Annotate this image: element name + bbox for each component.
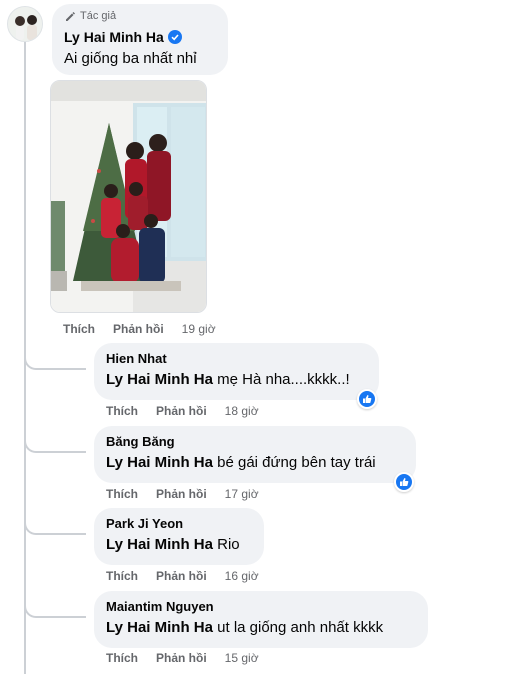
reply-text-content: Rio <box>217 536 240 553</box>
comment-timestamp[interactable]: 19 giờ <box>182 322 216 336</box>
reply-text: Ly Hai Minh Ha bé gái đứng bên tay trái <box>106 454 376 471</box>
like-icon[interactable] <box>357 389 377 409</box>
author-badge-label: Tác giả <box>80 10 117 22</box>
reply-button[interactable]: Phản hồi <box>156 651 207 665</box>
like-icon[interactable] <box>394 472 414 492</box>
mention-link[interactable]: Ly Hai Minh Ha <box>106 619 213 636</box>
verified-check-icon <box>167 30 182 44</box>
pencil-icon <box>66 12 75 21</box>
like-button[interactable]: Thích <box>106 569 138 583</box>
like-button[interactable]: Thích <box>63 322 95 336</box>
thread-branch <box>24 515 86 535</box>
reply-actions: Thích Phản hồi 16 giờ <box>106 569 259 583</box>
reply-bubble: Maiantim Nguyen Ly Hai Minh Ha ut la giố… <box>94 591 428 648</box>
like-button[interactable]: Thích <box>106 404 138 418</box>
reply-bubble: Park Ji Yeon Ly Hai Minh Ha Rio <box>94 508 264 565</box>
comment-photo[interactable] <box>50 80 207 313</box>
reply-actions: Thích Phản hồi 18 giờ <box>106 404 259 418</box>
reply-author-name[interactable]: Hien Nhat <box>106 351 167 366</box>
mention-link[interactable]: Ly Hai Minh Ha <box>106 371 213 388</box>
main-comment-actions: Thích Phản hồi 19 giờ <box>63 322 216 336</box>
reply-text: Ly Hai Minh Ha Rio <box>106 536 240 553</box>
author-badge: Tác giả <box>64 10 116 22</box>
comment-author-name[interactable]: Ly Hai Minh Ha <box>64 29 164 45</box>
reply-button[interactable]: Phản hồi <box>156 487 207 501</box>
like-button[interactable]: Thích <box>106 487 138 501</box>
thread-branch <box>24 433 86 453</box>
reply-button[interactable]: Phản hồi <box>156 404 207 418</box>
like-button[interactable]: Thích <box>106 651 138 665</box>
reply-text-content: mẹ Hà nha....kkkk..! <box>217 371 350 388</box>
mention-link[interactable]: Ly Hai Minh Ha <box>106 454 213 471</box>
avatar[interactable] <box>7 6 43 42</box>
thread-branch <box>24 350 86 370</box>
mention-link[interactable]: Ly Hai Minh Ha <box>106 536 213 553</box>
thread-branch <box>24 598 86 618</box>
reply-timestamp[interactable]: 16 giờ <box>225 569 259 583</box>
reply-text: Ly Hai Minh Ha ut la giống anh nhất kkkk <box>106 619 383 636</box>
reply-text-content: bé gái đứng bên tay trái <box>217 454 376 471</box>
reply-author-name[interactable]: Park Ji Yeon <box>106 516 183 531</box>
reply-timestamp[interactable]: 17 giờ <box>225 487 259 501</box>
comment-text: Ai giống ba nhất nhỉ <box>64 50 197 67</box>
reply-text: Ly Hai Minh Ha mẹ Hà nha....kkkk..! <box>106 371 350 388</box>
reply-actions: Thích Phản hồi 17 giờ <box>106 487 259 501</box>
reply-timestamp[interactable]: 15 giờ <box>225 651 259 665</box>
reply-author-name[interactable]: Maiantim Nguyen <box>106 599 214 614</box>
reply-button[interactable]: Phản hồi <box>113 322 164 336</box>
reply-text-content: ut la giống anh nhất kkkk <box>217 619 384 636</box>
reply-author-name[interactable]: Băng Băng <box>106 434 175 449</box>
reply-button[interactable]: Phản hồi <box>156 569 207 583</box>
reply-timestamp[interactable]: 18 giờ <box>225 404 259 418</box>
reply-actions: Thích Phản hồi 15 giờ <box>106 651 259 665</box>
reply-bubble: Băng Băng Ly Hai Minh Ha bé gái đứng bên… <box>94 426 416 483</box>
reply-bubble: Hien Nhat Ly Hai Minh Ha mẹ Hà nha....kk… <box>94 343 379 400</box>
